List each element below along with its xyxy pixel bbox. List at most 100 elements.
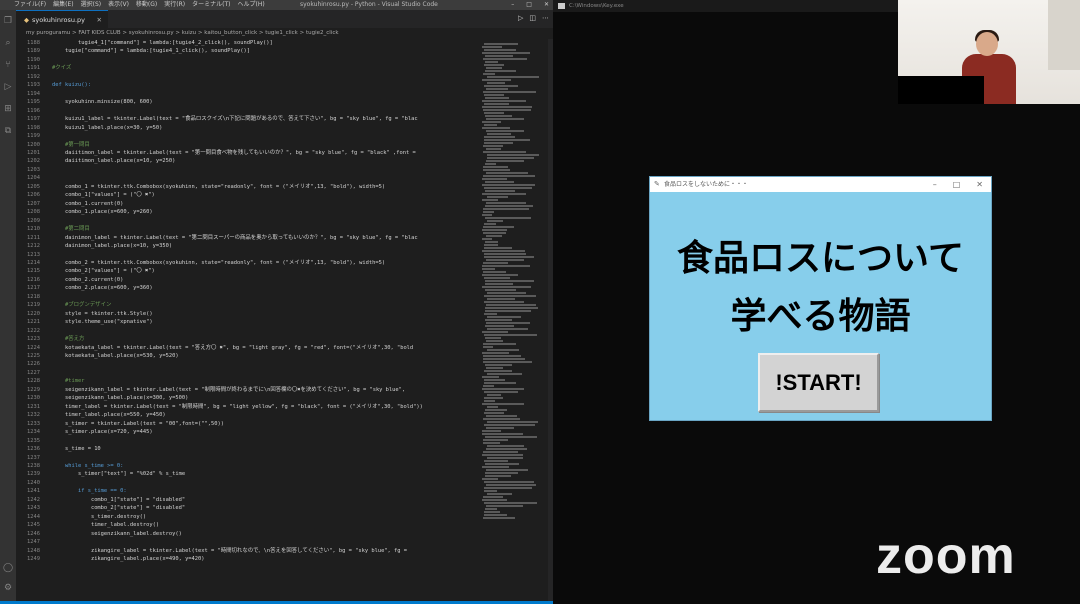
run-file-icon[interactable]: ▷ [518, 14, 523, 22]
code-line[interactable]: 1211 dainimon_label = tkinter.Label(text… [16, 234, 476, 242]
code-line[interactable]: 1191 #クイズ [16, 64, 476, 72]
code-line[interactable]: 1201 daiitimon_label = tkinter.Label(tex… [16, 149, 476, 157]
code-line[interactable]: 1230 seigenzikann_label.place(x=300, y=5… [16, 394, 476, 402]
code-line[interactable]: 1200 #第一問目 [16, 141, 476, 149]
code-line[interactable]: 1234 s_timer.place(x=720, y=445) [16, 428, 476, 436]
minimap-line [485, 61, 498, 63]
code-line[interactable]: 1243 combo_2["state"] = "disabled" [16, 504, 476, 512]
code-line[interactable]: 1194 [16, 90, 476, 98]
code-line[interactable]: 1233 s_timer = tkinter.Label(text = "00"… [16, 420, 476, 428]
code-line[interactable]: 1222 [16, 327, 476, 335]
code-line[interactable]: 1220 style = tkinter.ttk.Style() [16, 310, 476, 318]
code-line[interactable]: 1236 s_time = 10 [16, 445, 476, 453]
code-line[interactable]: 1246 seigenzikann_label.destroy() [16, 530, 476, 538]
minimap-line [483, 262, 508, 264]
code-line[interactable]: 1209 [16, 217, 476, 225]
code-line[interactable]: 1239 s_timer["text"] = "%02d" % s_time [16, 470, 476, 478]
code-line[interactable]: 1210 #第二問目 [16, 225, 476, 233]
code-text: s_timer["text"] = "%02d" % s_time [52, 471, 186, 478]
code-line[interactable]: 1208 combo_1.place(x=600, y=260) [16, 208, 476, 216]
code-line[interactable]: 1245 timer_label.destroy() [16, 521, 476, 529]
code-line[interactable]: 1198 kuizu1_label.place(x=30, y=50) [16, 124, 476, 132]
code-text: kotaekata_label.place(x=530, y=520) [52, 353, 179, 360]
code-line[interactable]: 1223 #答え方 [16, 335, 476, 343]
code-line[interactable]: 1188 tugie4_1["command"] = lambda:[tugie… [16, 39, 476, 47]
menu-item[interactable]: 選択(S) [81, 0, 102, 10]
start-button[interactable]: !START! [758, 353, 879, 412]
code-line[interactable]: 1241 if s_time == 0: [16, 487, 476, 495]
code-text: def kuizu(): [52, 82, 91, 89]
code-line[interactable]: 1221 style.theme_use("xpnative") [16, 318, 476, 326]
close-icon[interactable]: ✕ [976, 177, 983, 192]
maximize-icon[interactable]: □ [526, 0, 532, 10]
code-line[interactable]: 1202 daiitimon_label.place(x=10, y=250) [16, 157, 476, 165]
code-line[interactable]: 1247 [16, 538, 476, 546]
tab-close-icon[interactable]: ✕ [97, 11, 102, 29]
code-line[interactable]: 1214 combo_2 = tkinter.ttk.Combobox(syok… [16, 259, 476, 267]
tab-syokuhinrosu[interactable]: ◆ syokuhinrosu.py ✕ [16, 10, 108, 28]
code-line[interactable]: 1203 [16, 166, 476, 174]
code-line[interactable]: 1218 [16, 293, 476, 301]
code-line[interactable]: 1196 [16, 107, 476, 115]
minimap-line [483, 451, 518, 453]
code-line[interactable]: 1249 zikangire_label.place(x=490, y=420) [16, 555, 476, 563]
code-line[interactable]: 1248 zikangire_label = tkinter.Label(tex… [16, 547, 476, 555]
source-control-icon[interactable]: ⑂ [3, 60, 13, 70]
code-line[interactable]: 1240 [16, 479, 476, 487]
code-line[interactable]: 1206 combo_1["values"] = ("〇 ✖") [16, 191, 476, 199]
more-actions-icon[interactable]: ⋯ [542, 14, 549, 22]
code-line[interactable]: 1216 combo_2.current(0) [16, 276, 476, 284]
menu-item[interactable]: ファイル(F) [14, 0, 46, 10]
menu-item[interactable]: ヘルプ(H) [237, 0, 264, 10]
menu-item[interactable]: 編集(E) [53, 0, 73, 10]
close-icon[interactable]: ✕ [544, 0, 549, 10]
code-editor[interactable]: 1188 tugie4_1["command"] = lambda:[tugie… [16, 39, 478, 602]
extensions-icon[interactable]: ⊞ [3, 104, 13, 114]
code-line[interactable]: 1207 combo_1.current(0) [16, 200, 476, 208]
code-line[interactable]: 1204 [16, 174, 476, 182]
minimap[interactable] [478, 39, 548, 602]
line-number: 1216 [27, 276, 40, 283]
code-line[interactable]: 1231 timer_label = tkinter.Label(text = … [16, 403, 476, 411]
code-line[interactable]: 1242 combo_1["state"] = "disabled" [16, 496, 476, 504]
code-line[interactable]: 1224 kotaekata_label = tkinter.Label(tex… [16, 344, 476, 352]
remote-icon[interactable]: ⧉ [3, 126, 13, 136]
code-line[interactable]: 1225 kotaekata_label.place(x=530, y=520) [16, 352, 476, 360]
code-line[interactable]: 1213 [16, 251, 476, 259]
code-line[interactable]: 1212 dainimon_label.place(x=10, y=350) [16, 242, 476, 250]
code-line[interactable]: 1237 [16, 454, 476, 462]
code-line[interactable]: 1192 [16, 73, 476, 81]
breadcrumb[interactable]: my puroguramu > FAIT KIDS CLUB > syokuhi… [16, 28, 553, 39]
code-line[interactable]: 1215 combo_2["values"] = ("〇 ✖") [16, 267, 476, 275]
code-line[interactable]: 1217 combo_2.place(x=600, y=360) [16, 284, 476, 292]
account-icon[interactable]: ◯ [3, 563, 13, 573]
maximize-icon[interactable]: □ [953, 177, 961, 192]
code-line[interactable]: 1199 [16, 132, 476, 140]
code-line[interactable]: 1227 [16, 369, 476, 377]
code-line[interactable]: 1229 seigenzikann_label = tkinter.Label(… [16, 386, 476, 394]
menu-item[interactable]: 表示(V) [108, 0, 129, 10]
code-line[interactable]: 1235 [16, 437, 476, 445]
search-icon[interactable]: ⌕ [3, 38, 13, 48]
code-line[interactable]: 1244 s_timer.destroy() [16, 513, 476, 521]
code-line[interactable]: 1190 [16, 56, 476, 64]
minimize-icon[interactable]: – [511, 0, 514, 10]
menu-item[interactable]: 実行(R) [164, 0, 185, 10]
code-line[interactable]: 1226 [16, 360, 476, 368]
menu-item[interactable]: 移動(G) [136, 0, 157, 10]
code-line[interactable]: 1228 #timer [16, 377, 476, 385]
code-line[interactable]: 1238 while s_time >= 0: [16, 462, 476, 470]
code-line[interactable]: 1195 syokuhinn.minsize(800, 600) [16, 98, 476, 106]
menu-item[interactable]: ターミナル(T) [192, 0, 230, 10]
run-debug-icon[interactable]: ▷ [3, 82, 13, 92]
code-line[interactable]: 1219 #ブログンデザイン [16, 301, 476, 309]
code-line[interactable]: 1205 combo_1 = tkinter.ttk.Combobox(syok… [16, 183, 476, 191]
code-line[interactable]: 1197 kuizu1_label = tkinter.Label(text =… [16, 115, 476, 123]
code-line[interactable]: 1189 tugie["command"] = lambda:[tugie4_1… [16, 47, 476, 55]
minimize-icon[interactable]: – [933, 177, 937, 192]
explorer-icon[interactable]: ❐ [3, 16, 13, 26]
settings-gear-icon[interactable]: ⚙ [3, 583, 13, 593]
code-line[interactable]: 1193 def kuizu(): [16, 81, 476, 89]
code-line[interactable]: 1232 timer_label.place(x=550, y=450) [16, 411, 476, 419]
split-editor-icon[interactable]: ◫ [529, 14, 536, 22]
